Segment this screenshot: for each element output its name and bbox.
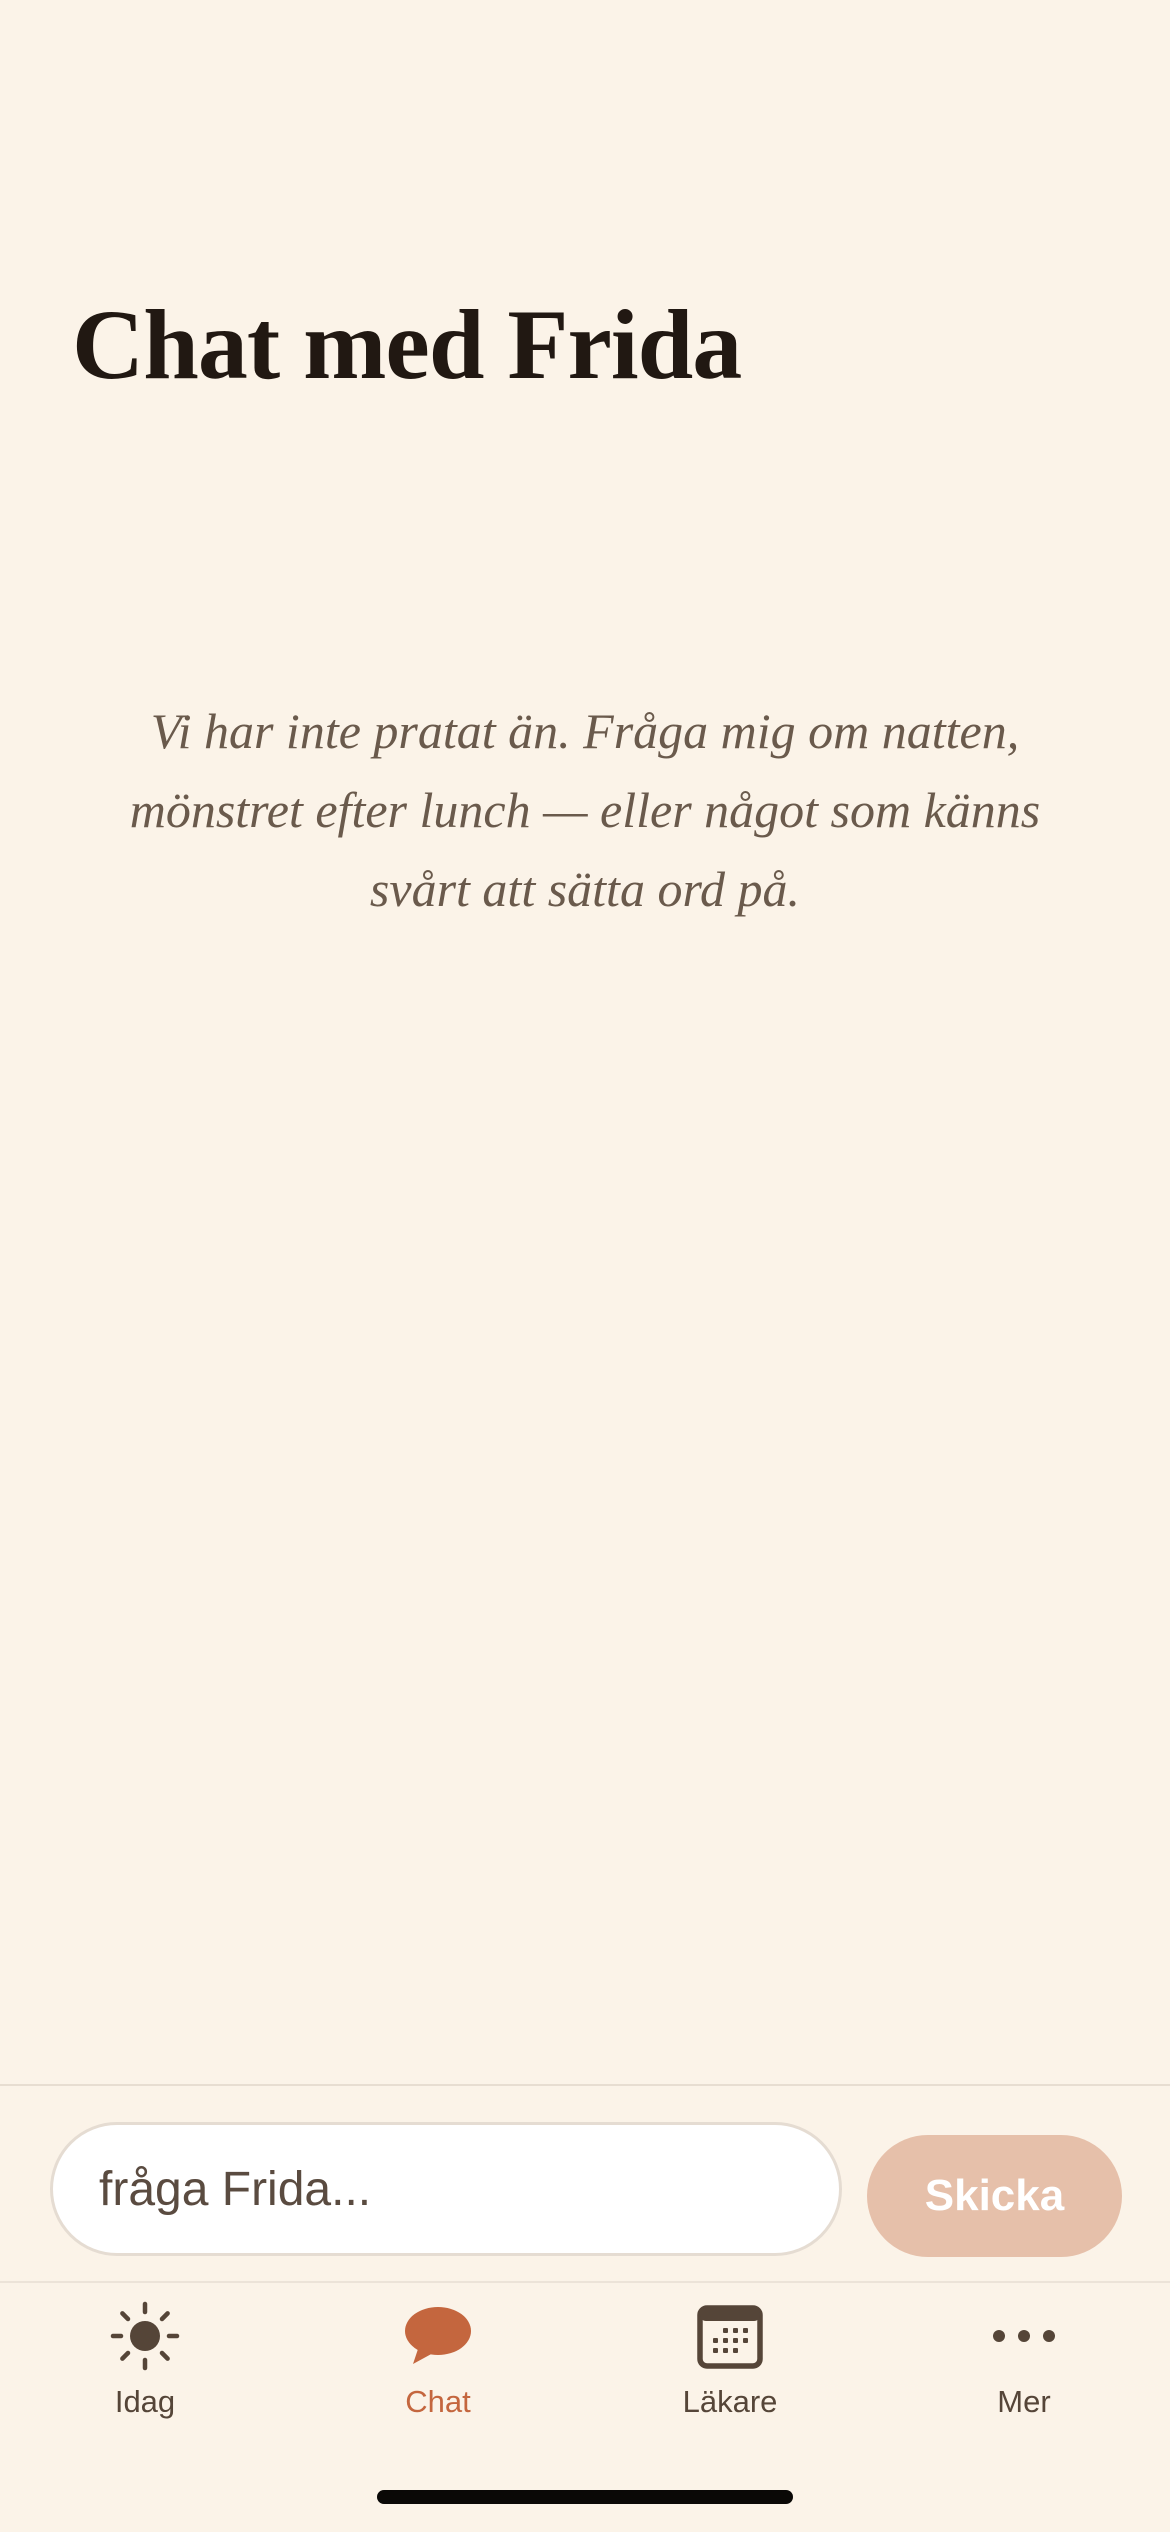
tab-mer[interactable]: Mer bbox=[904, 2300, 1144, 2440]
message-input[interactable] bbox=[50, 2122, 842, 2256]
home-indicator bbox=[377, 2490, 793, 2504]
more-dots-icon bbox=[993, 2330, 1055, 2342]
tabbar-divider bbox=[0, 2281, 1170, 2283]
tab-lakare[interactable]: Läkare bbox=[610, 2300, 850, 2440]
tab-idag[interactable]: Idag bbox=[25, 2300, 265, 2440]
page-title: Chat med Frida bbox=[72, 289, 742, 400]
tab-label-chat: Chat bbox=[405, 2384, 471, 2419]
chat-bubble-icon bbox=[405, 2307, 471, 2364]
tab-label-lakare: Läkare bbox=[682, 2384, 778, 2419]
composer-divider bbox=[0, 2084, 1170, 2086]
sun-icon bbox=[110, 2301, 180, 2371]
empty-chat-message: Vi har inte pratat än. Fråga mig om natt… bbox=[129, 703, 1041, 917]
tab-label-mer: Mer bbox=[997, 2384, 1051, 2419]
tab-label-idag: Idag bbox=[114, 2384, 176, 2419]
send-button[interactable]: Skicka bbox=[867, 2135, 1122, 2257]
tab-chat[interactable]: Chat bbox=[318, 2300, 558, 2440]
calendar-icon bbox=[697, 2305, 763, 2369]
